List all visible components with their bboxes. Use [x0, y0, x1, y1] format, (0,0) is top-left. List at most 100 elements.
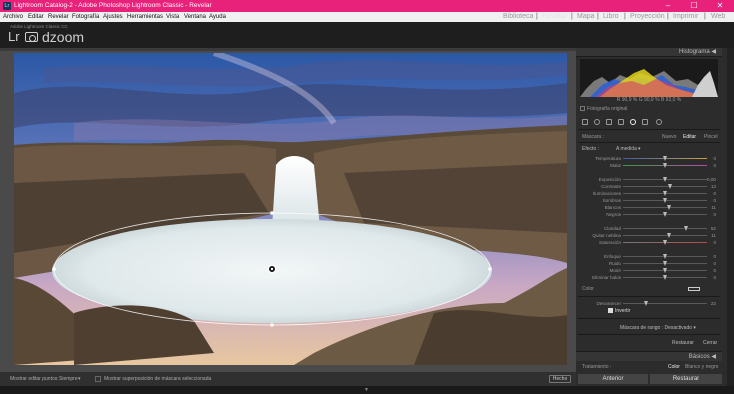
- slider-value[interactable]: 11: [711, 204, 716, 211]
- adjustment-brush-icon[interactable]: [642, 119, 648, 125]
- overlay-checkbox[interactable]: [95, 376, 101, 382]
- slider-value[interactable]: 0: [713, 239, 716, 246]
- slider-knob[interactable]: [662, 254, 667, 259]
- slider-knob[interactable]: [662, 191, 667, 196]
- slider-iluminaciones[interactable]: Iluminaciones 0: [578, 190, 720, 197]
- mask-new-tab[interactable]: Nuevo: [662, 133, 676, 141]
- collapse-arrow-icon[interactable]: ▼: [364, 387, 369, 393]
- module-imprimir[interactable]: Imprimir: [673, 12, 698, 22]
- slider-knob[interactable]: [666, 205, 671, 210]
- slider-knob[interactable]: [662, 163, 667, 168]
- color-swatch[interactable]: [688, 287, 700, 291]
- basics-header[interactable]: Básicos ◀: [576, 351, 722, 361]
- graduated-filter-icon[interactable]: [618, 119, 624, 125]
- slider-quitar-neblina[interactable]: Quitar neblina 11: [578, 232, 720, 239]
- crop-tool-icon[interactable]: [582, 119, 588, 125]
- slider-blancos[interactable]: Blancos 11: [578, 204, 720, 211]
- reset-button[interactable]: Restaurar: [650, 374, 722, 384]
- slider-knob[interactable]: [684, 226, 689, 231]
- slider-knob[interactable]: [662, 212, 667, 217]
- spot-removal-icon[interactable]: [594, 119, 600, 125]
- module-web[interactable]: Web: [711, 12, 725, 22]
- slider-knob[interactable]: [666, 233, 671, 238]
- original-photo-checkbox[interactable]: [580, 106, 585, 111]
- module-proyeccion[interactable]: Proyección: [630, 12, 665, 22]
- original-photo-toggle[interactable]: Fotografía original: [580, 106, 627, 112]
- slider-knob[interactable]: [667, 184, 672, 189]
- slider-value[interactable]: 0: [713, 197, 716, 204]
- chevron-down-icon[interactable]: ▾: [638, 146, 641, 152]
- slider-value[interactable]: 13: [711, 183, 716, 190]
- slider-value[interactable]: 0: [713, 260, 716, 267]
- minimize-button[interactable]: –: [656, 0, 680, 12]
- treatment-row: Tratamiento : Color Blanco y negro: [580, 363, 720, 371]
- show-pins-select[interactable]: Siempre: [59, 372, 78, 386]
- effect-select[interactable]: A medida: [616, 146, 637, 152]
- slider-negros[interactable]: Negros 0: [578, 211, 720, 218]
- mask-edit-tab[interactable]: Editar: [683, 133, 696, 141]
- slider-value[interactable]: 0: [713, 190, 716, 197]
- range-mask-select[interactable]: Desactivado: [664, 325, 692, 331]
- slider-value[interactable]: 0: [713, 162, 716, 169]
- module-biblioteca[interactable]: Biblioteca: [503, 12, 533, 22]
- previous-button[interactable]: Anterior: [578, 374, 648, 384]
- module-mapa[interactable]: Mapa: [577, 12, 595, 22]
- chevron-down-icon[interactable]: ▾: [693, 325, 696, 331]
- slider-knob[interactable]: [662, 261, 667, 266]
- maximize-button[interactable]: ☐: [682, 0, 706, 12]
- slider-value[interactable]: 52: [711, 225, 716, 232]
- slider-value[interactable]: 0: [713, 267, 716, 274]
- red-eye-icon[interactable]: [606, 119, 612, 125]
- mask-close-button[interactable]: Cerrar: [703, 340, 717, 348]
- invert-toggle[interactable]: Invertir: [608, 308, 630, 314]
- mask-reset-button[interactable]: Restaurar: [672, 340, 694, 348]
- slider-enfoque[interactable]: Enfoque 0: [578, 253, 720, 260]
- slider-knob[interactable]: [662, 268, 667, 273]
- slider-label: Negros: [606, 212, 621, 217]
- slider-value[interactable]: 0: [713, 155, 716, 162]
- radial-filter-icon[interactable]: [630, 119, 636, 125]
- slider-track[interactable]: [623, 186, 707, 187]
- slider-matiz[interactable]: Matiz 0: [578, 162, 720, 169]
- slider-track[interactable]: [623, 207, 707, 208]
- module-libro[interactable]: Libro: [603, 12, 619, 22]
- close-button[interactable]: ✕: [708, 0, 732, 12]
- mask-overlay-icon[interactable]: [656, 119, 662, 125]
- slider-track[interactable]: [623, 228, 707, 229]
- slider-sombras[interactable]: Sombras 0: [578, 197, 720, 204]
- treatment-color[interactable]: Color: [668, 363, 680, 371]
- mask-brush-tab[interactable]: Pincel: [704, 133, 718, 141]
- slider-knob[interactable]: [662, 275, 667, 280]
- slider-contraste[interactable]: Contraste 13: [578, 183, 720, 190]
- slider-knob[interactable]: [662, 198, 667, 203]
- slider-saturación[interactable]: Saturación 0: [578, 239, 720, 246]
- feather-knob[interactable]: [644, 301, 649, 306]
- slider-knob[interactable]: [662, 156, 667, 161]
- slider-temperatura[interactable]: Temperatura 0: [578, 155, 720, 162]
- slider-ruido[interactable]: Ruido 0: [578, 260, 720, 267]
- slider-moiré[interactable]: Moiré 0: [578, 267, 720, 274]
- slider-knob[interactable]: [662, 177, 667, 182]
- photo-canvas[interactable]: [14, 53, 567, 365]
- module-revelar[interactable]: Revelar: [542, 12, 567, 22]
- slider-exposición[interactable]: Exposición 0,00: [578, 176, 720, 183]
- feather-value[interactable]: 22: [711, 300, 716, 307]
- histogram-header[interactable]: Histograma ◀: [576, 48, 722, 57]
- chevron-down-icon[interactable]: ▾: [78, 372, 81, 386]
- slider-value[interactable]: 0: [713, 253, 716, 260]
- slider-value[interactable]: 0: [713, 274, 716, 281]
- slider-track[interactable]: [623, 235, 707, 236]
- done-button[interactable]: Hecho: [549, 375, 571, 383]
- feather-track[interactable]: [623, 303, 707, 304]
- slider-value[interactable]: 11: [711, 232, 716, 239]
- slider-value[interactable]: 0: [713, 211, 716, 218]
- panel-scrollbar[interactable]: [727, 48, 734, 386]
- slider-knob[interactable]: [662, 240, 667, 245]
- feather-slider[interactable]: Desvanecer 22: [578, 300, 720, 307]
- treatment-bw[interactable]: Blanco y negro: [685, 363, 718, 371]
- slider-eliminar-halos[interactable]: Eliminar halos 0: [578, 274, 720, 281]
- slider-value[interactable]: 0,00: [707, 176, 716, 183]
- slider-label: Iluminaciones: [592, 191, 621, 196]
- invert-checkbox[interactable]: [608, 308, 613, 313]
- slider-claridad[interactable]: Claridad 52: [578, 225, 720, 232]
